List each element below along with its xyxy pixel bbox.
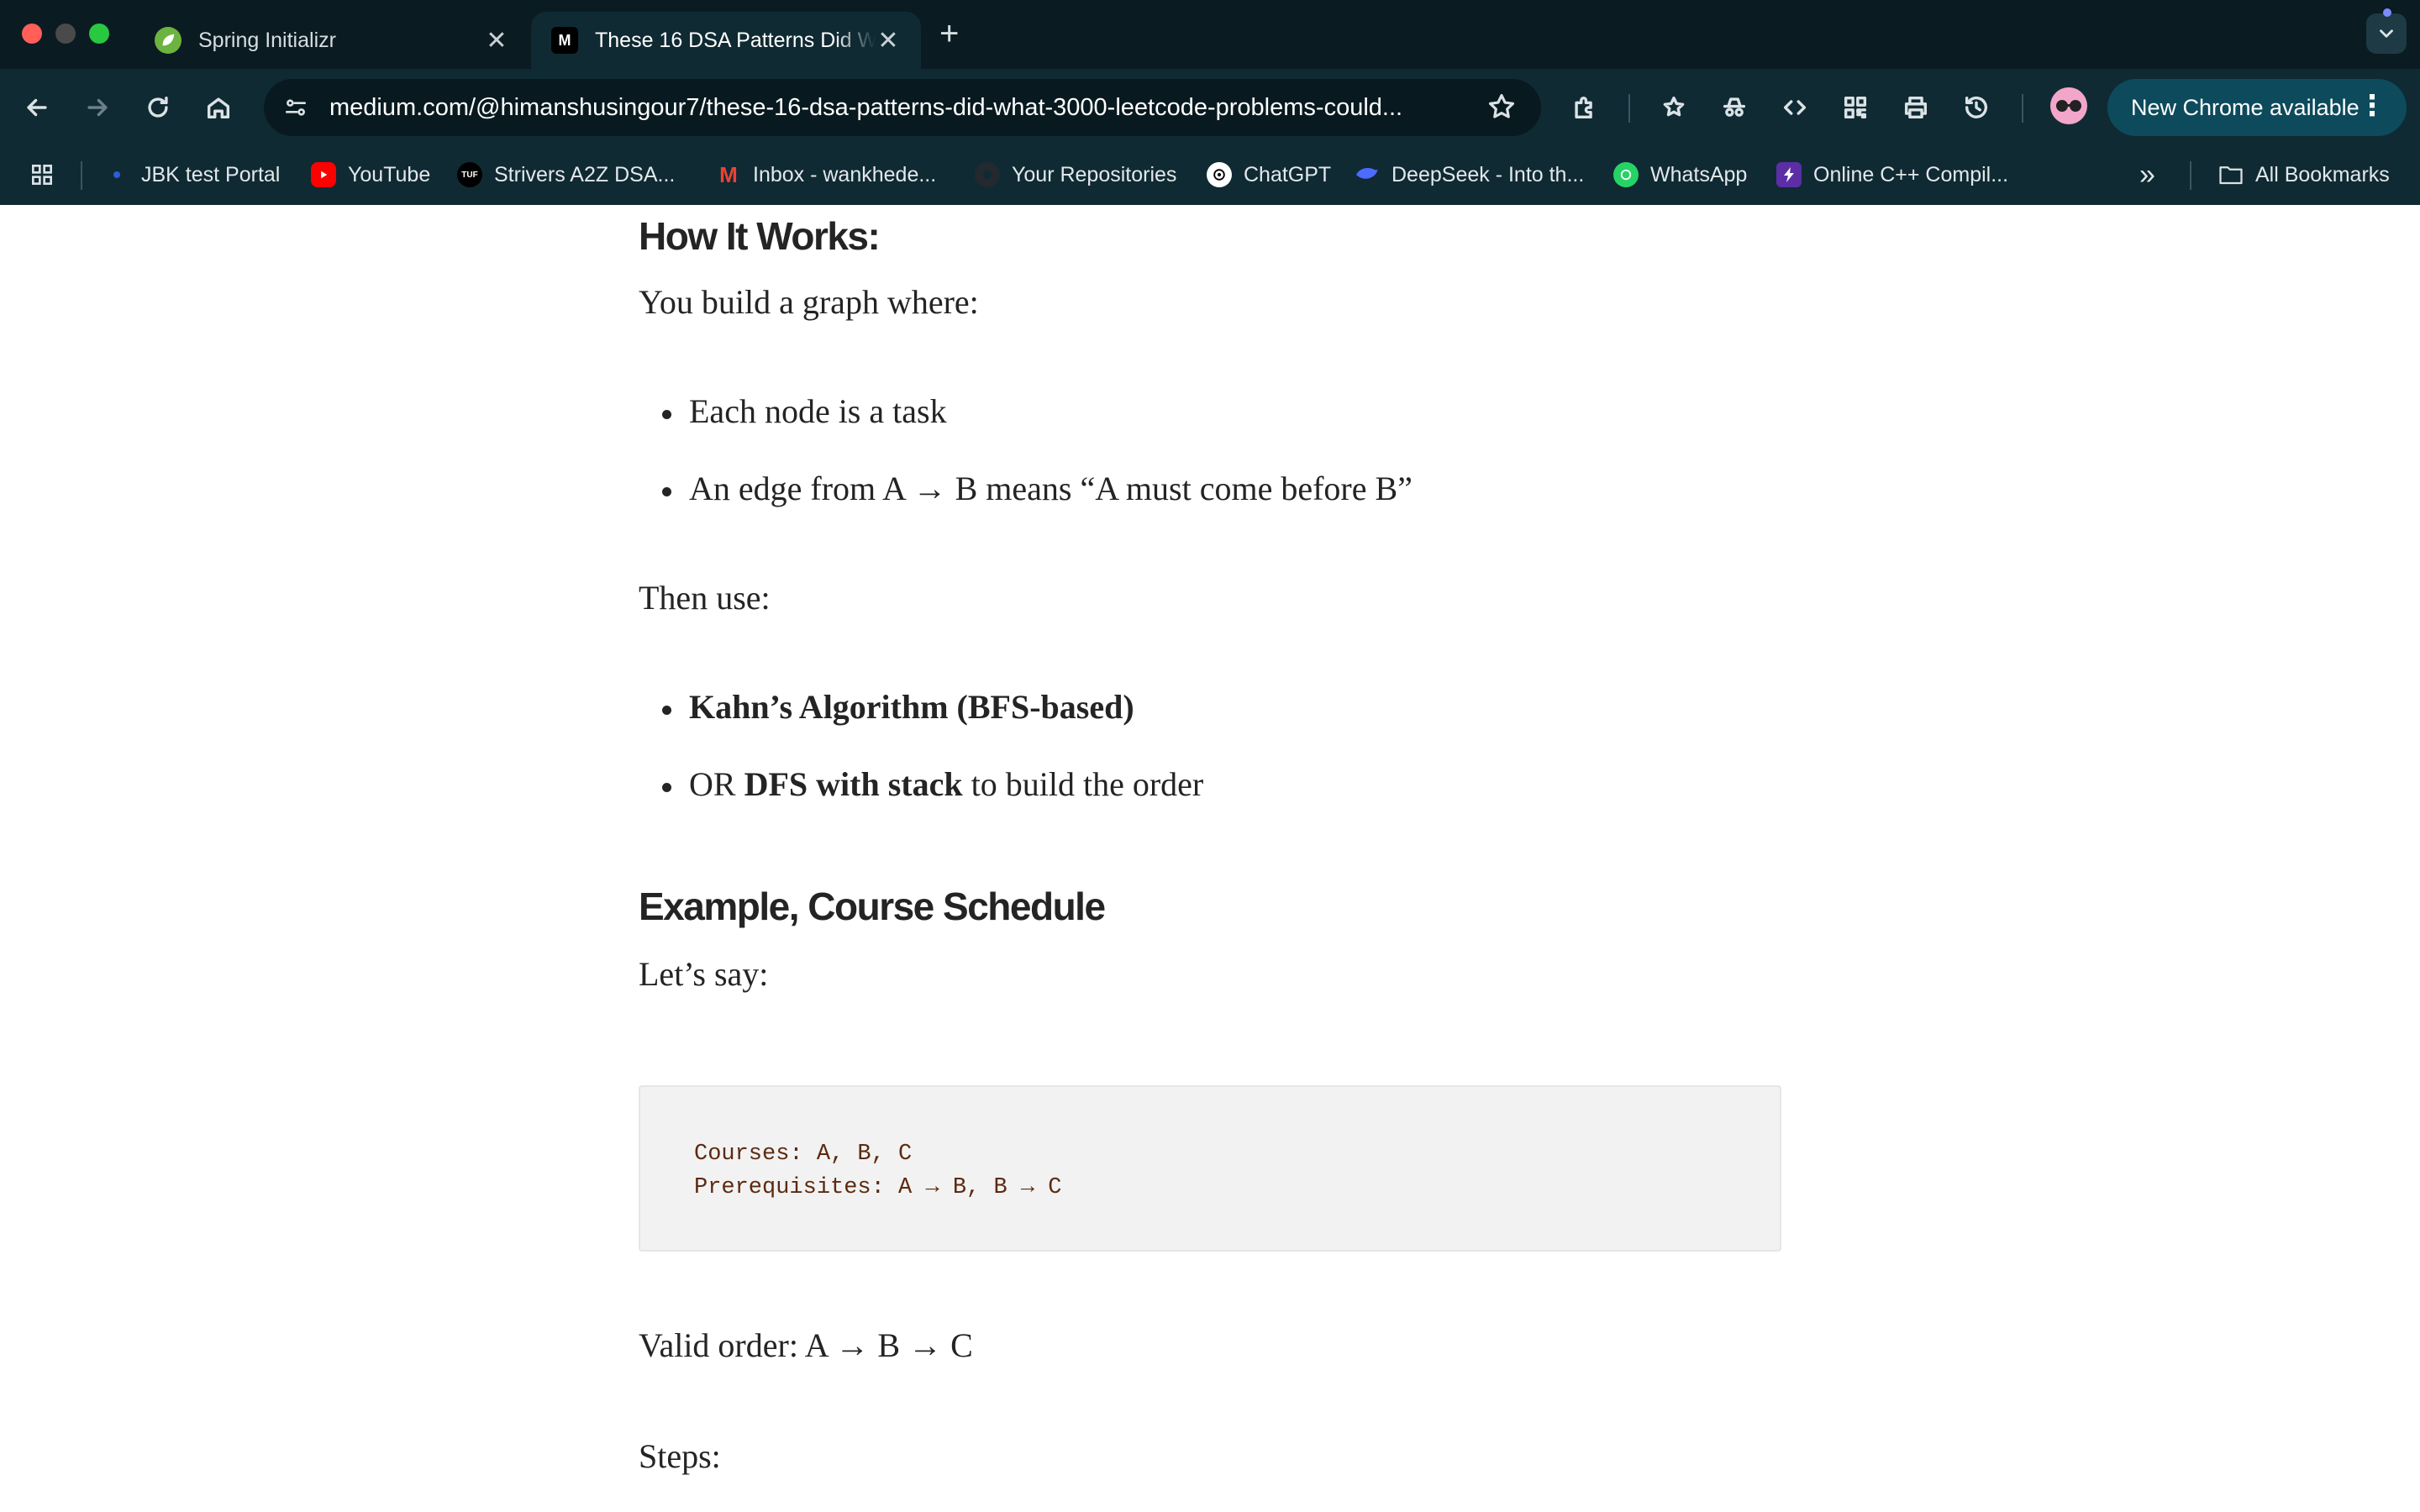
folder-icon xyxy=(2218,162,2244,187)
bookmarks-separator xyxy=(2190,161,2191,190)
github-icon xyxy=(975,162,1000,187)
heading-example: Example, Course Schedule xyxy=(639,885,1106,928)
bookmark-strivers-a2z-dsa[interactable]: TUF Strivers A2Z DSA... xyxy=(457,156,675,193)
address-bar[interactable]: medium.com/@himanshusingour7/these-16-ds… xyxy=(264,79,1541,136)
reload-button[interactable] xyxy=(138,87,178,128)
paragraph-intro: You build a graph where: xyxy=(639,283,979,321)
star-list-icon xyxy=(1663,96,1685,117)
history-icon xyxy=(1965,96,1988,118)
tab-strip: Spring Initializr ✕ M These 16 DSA Patte… xyxy=(0,0,2420,69)
incognito-button[interactable] xyxy=(1714,87,1754,128)
bold-text: Kahn’s Algorithm (BFS-based) xyxy=(689,688,1134,726)
back-button[interactable] xyxy=(17,87,57,128)
url-text[interactable]: medium.com/@himanshusingour7/these-16-ds… xyxy=(329,94,1455,122)
bookmark-youtube[interactable]: YouTube xyxy=(311,156,430,193)
tab-search-button[interactable] xyxy=(2366,13,2407,54)
print-button[interactable] xyxy=(1896,87,1936,128)
bookmark-whatsapp[interactable]: WhatsApp xyxy=(1613,156,1747,193)
list-item: Kahn’s Algorithm (BFS-based) xyxy=(662,687,1134,727)
tab-spring-initializr[interactable]: Spring Initializr ✕ xyxy=(134,12,529,69)
code-block: Courses: A, B, C Prerequisites: A → B, B … xyxy=(639,1085,1781,1252)
heading-how-it-works: How It Works: xyxy=(639,214,881,258)
qr-code-icon xyxy=(1844,96,1867,119)
bookmark-deepseek[interactable]: DeepSeek - Into th... xyxy=(1355,156,1584,193)
incognito-icon xyxy=(1723,97,1746,117)
youtube-icon xyxy=(311,162,336,187)
tuf-icon: TUF xyxy=(457,162,482,187)
medium-icon: M xyxy=(551,27,578,54)
deepseek-icon xyxy=(1355,162,1380,187)
jbk-icon xyxy=(104,162,129,187)
close-window-button[interactable] xyxy=(22,24,42,44)
code-icon xyxy=(1783,100,1807,115)
history-button[interactable] xyxy=(1956,87,1996,128)
chevron-down-icon xyxy=(2380,29,2393,38)
code-line: Prerequisites: A → B, B → C xyxy=(694,1175,1062,1200)
tab-title: Spring Initializr xyxy=(198,28,336,52)
arrow-right-icon xyxy=(87,98,108,117)
new-chrome-available-button[interactable]: New Chrome available ⋮ xyxy=(2107,79,2407,136)
minimize-window-button[interactable] xyxy=(55,24,76,44)
tab-title: These 16 DSA Patterns Did What 3000 Leet… xyxy=(595,28,876,52)
home-button[interactable] xyxy=(198,87,239,128)
bookmark-gmail-inbox[interactable]: M Inbox - wankhede... xyxy=(716,156,936,193)
close-tab-icon[interactable]: ✕ xyxy=(876,26,901,55)
list-item: OR DFS with stack to build the order xyxy=(661,765,1204,803)
paragraph-lets-say: Let’s say: xyxy=(639,955,769,993)
list-item: An edge from A → B means “A must come be… xyxy=(662,470,1413,507)
more-bookmarks-button[interactable]: » xyxy=(2139,156,2155,193)
list-item: Each node is a task xyxy=(662,392,947,430)
maximize-window-button[interactable] xyxy=(89,24,109,44)
toolbar-separator xyxy=(2022,94,2023,123)
all-bookmarks-button[interactable]: All Bookmarks xyxy=(2218,156,2390,193)
bookmark-your-repositories[interactable]: Your Repositories xyxy=(975,156,1176,193)
extensions-button[interactable] xyxy=(1565,87,1605,128)
arrow-left-icon xyxy=(27,98,47,117)
paragraph-steps: Steps: xyxy=(639,1437,721,1475)
whatsapp-icon xyxy=(1613,162,1639,187)
new-chrome-label: New Chrome available xyxy=(2131,94,2360,120)
bookmark-online-cpp-compiler[interactable]: Online C++ Compil... xyxy=(1776,156,2008,193)
apps-button[interactable] xyxy=(29,156,55,193)
notification-dot xyxy=(2383,8,2391,17)
qr-code-button[interactable] xyxy=(1835,87,1876,128)
paragraph-then-use: Then use: xyxy=(639,579,771,617)
forward-button[interactable] xyxy=(77,87,118,128)
bookmark-star-icon[interactable] xyxy=(1486,91,1518,127)
printer-icon xyxy=(1904,96,1928,119)
code-line: Courses: A, B, C xyxy=(694,1142,913,1167)
apps-grid-icon xyxy=(31,165,52,185)
bolt-icon xyxy=(1776,162,1802,187)
tab-medium-article[interactable]: M These 16 DSA Patterns Did What 3000 Le… xyxy=(531,12,921,69)
paragraph-valid-order: Valid order: A → B → C xyxy=(639,1326,973,1364)
reading-list-button[interactable] xyxy=(1654,87,1694,128)
browser-chrome: Spring Initializr ✕ M These 16 DSA Patte… xyxy=(0,0,2420,205)
puzzle-icon xyxy=(1575,97,1592,119)
more-menu-icon[interactable]: ⋮ xyxy=(2358,89,2386,123)
chatgpt-icon xyxy=(1207,162,1232,187)
bookmarks-separator xyxy=(81,161,82,190)
new-tab-button[interactable]: + xyxy=(939,15,959,53)
sunglasses-avatar-icon xyxy=(2056,100,2081,112)
home-icon xyxy=(207,97,230,119)
spring-leaf-icon xyxy=(155,27,182,54)
close-tab-icon[interactable]: ✕ xyxy=(484,26,509,55)
bookmark-chatgpt[interactable]: ChatGPT xyxy=(1207,156,1331,193)
bookmark-jbk-test-portal[interactable]: JBK test Portal xyxy=(104,156,280,193)
gmail-icon: M xyxy=(719,161,738,187)
site-settings-icon[interactable] xyxy=(279,91,313,124)
profile-avatar[interactable] xyxy=(2050,87,2087,124)
bold-text: DFS with stack xyxy=(744,765,963,803)
toolbar-separator xyxy=(1628,94,1630,123)
reload-icon xyxy=(148,96,168,118)
dev-tools-button[interactable] xyxy=(1775,87,1815,128)
